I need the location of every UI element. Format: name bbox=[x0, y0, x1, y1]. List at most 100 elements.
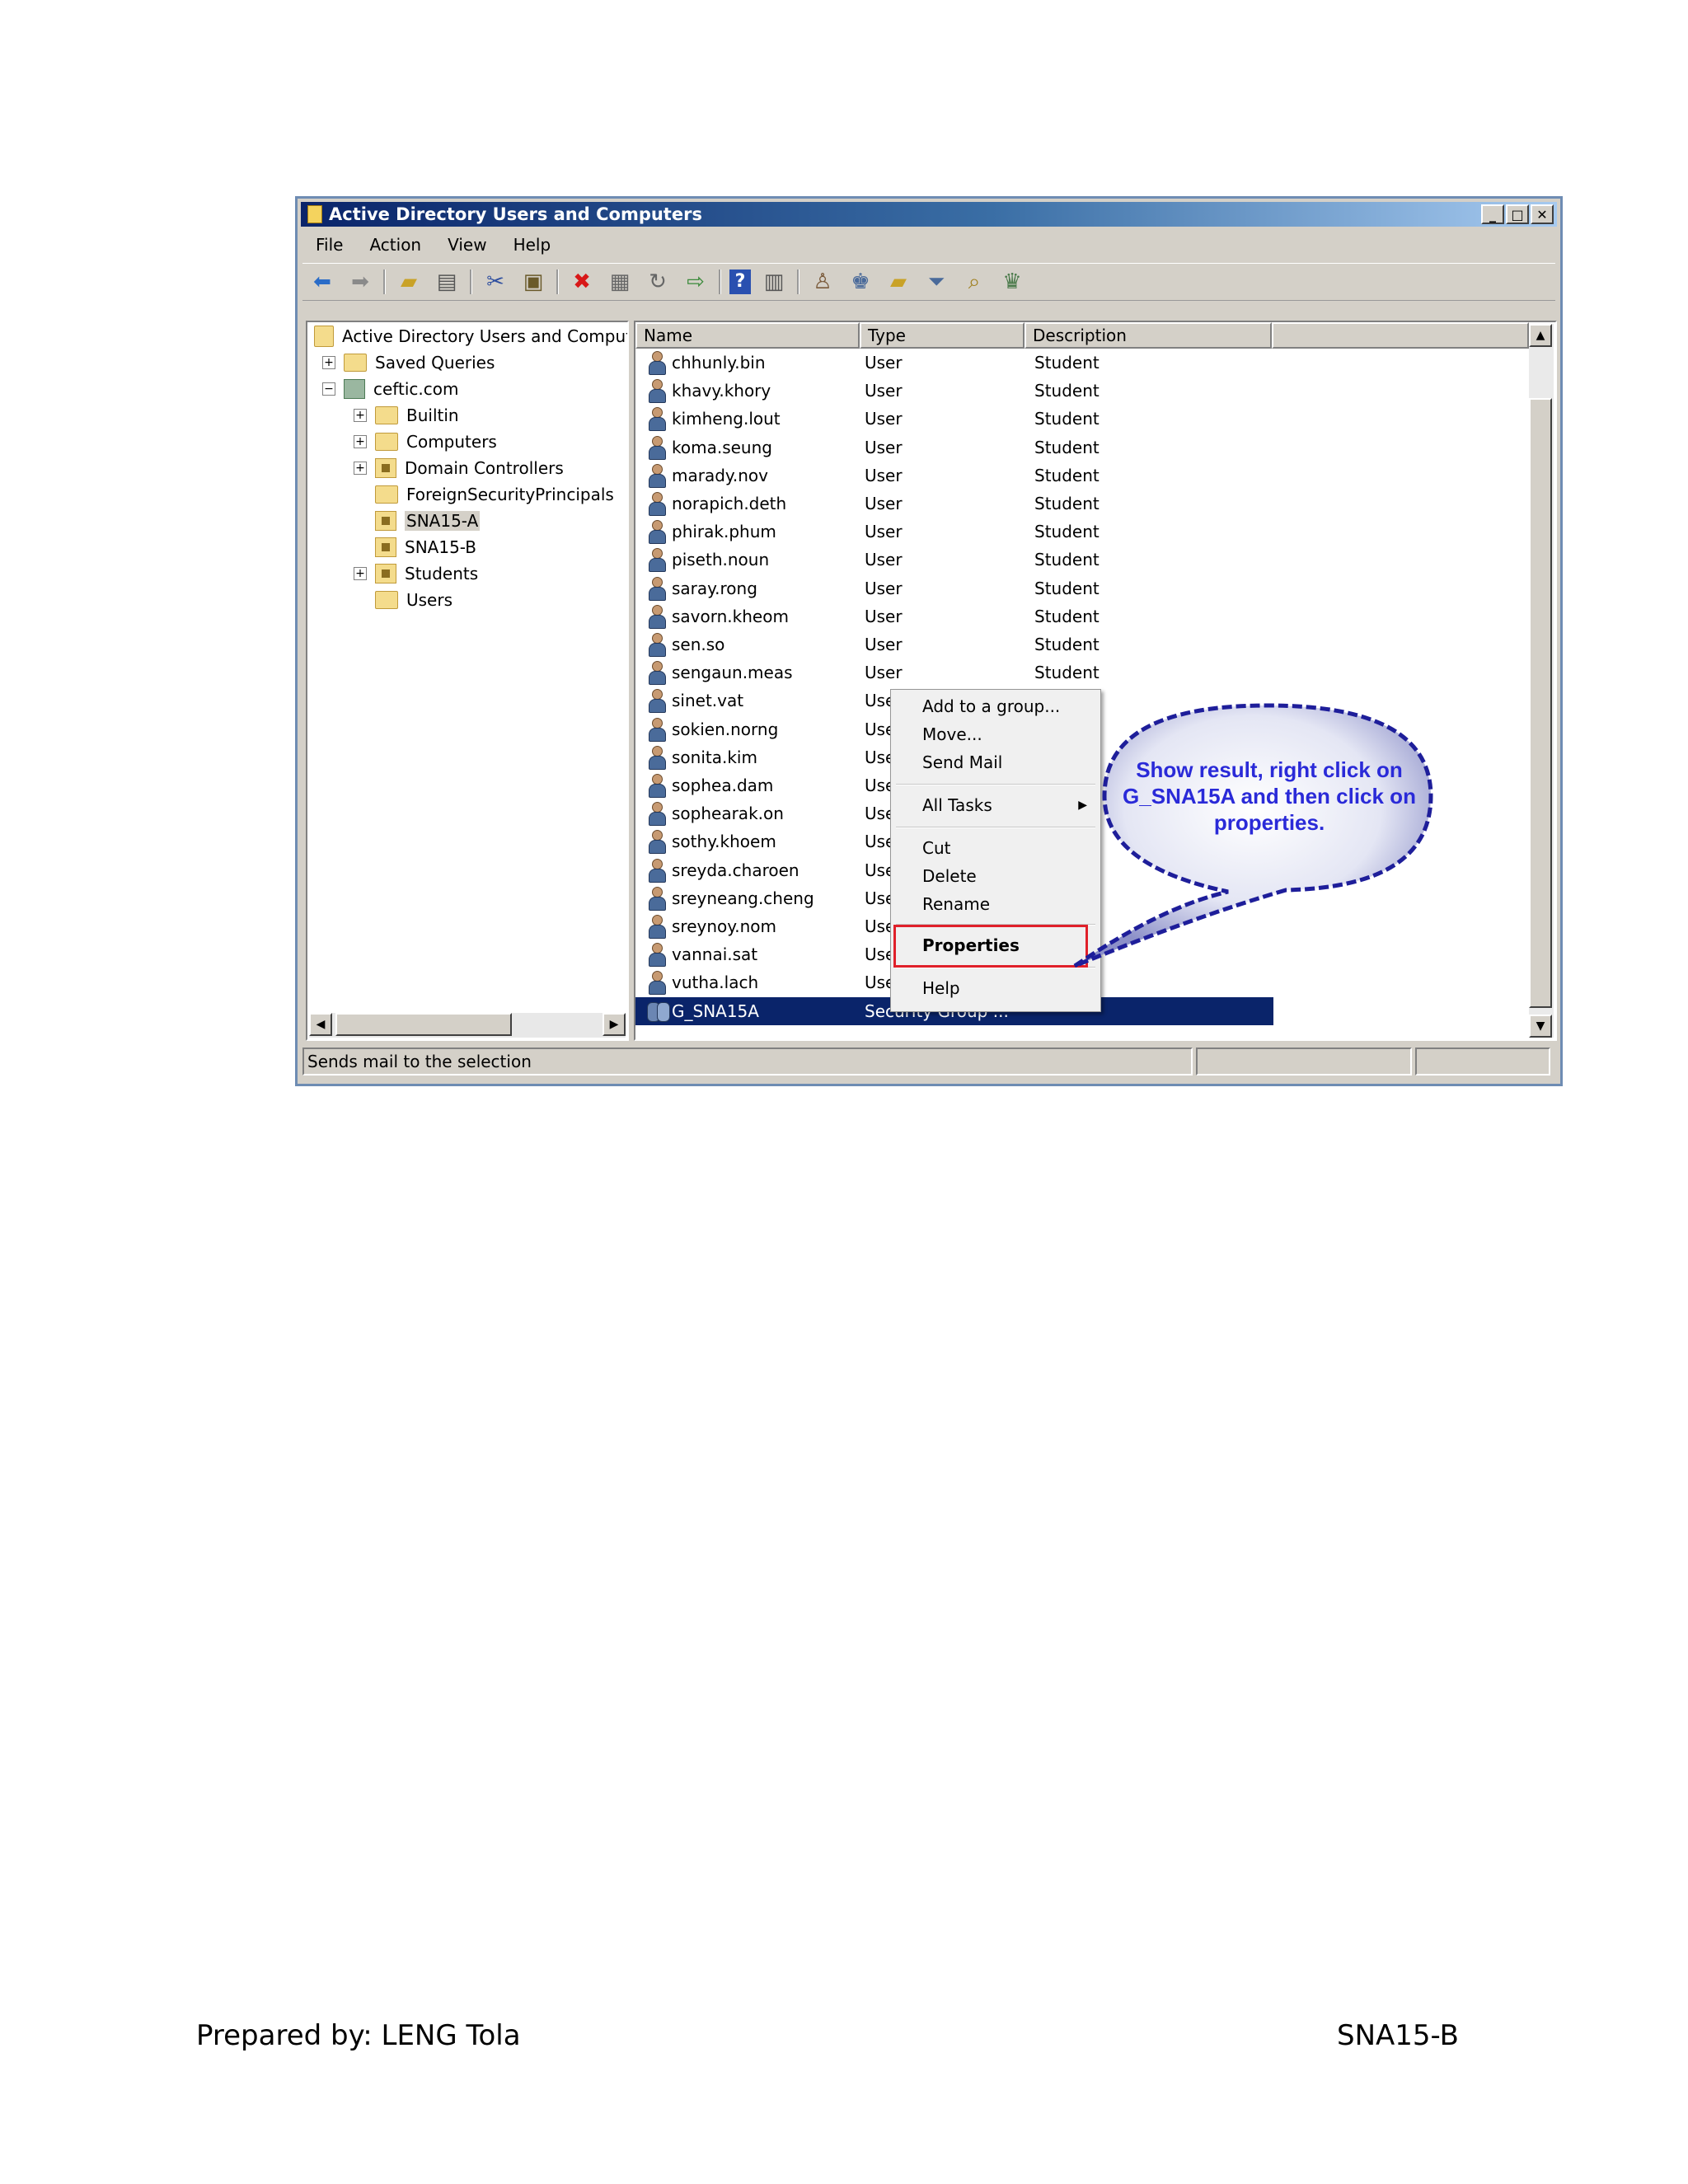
refresh-icon[interactable]: ↻ bbox=[643, 267, 673, 297]
list-row[interactable]: sengaun.meas User Student bbox=[635, 658, 1278, 687]
menu-delete[interactable]: Delete bbox=[922, 863, 1092, 889]
menu-help[interactable]: Help bbox=[922, 975, 1092, 1001]
scroll-down-button[interactable]: ▼ bbox=[1529, 1015, 1552, 1038]
find-icon[interactable]: ⌕ bbox=[959, 267, 989, 297]
menu-cut[interactable]: Cut bbox=[922, 835, 1092, 861]
paste-icon[interactable]: ▣ bbox=[518, 267, 548, 297]
maximize-button[interactable]: □ bbox=[1506, 204, 1529, 224]
user-icon bbox=[645, 350, 667, 375]
minimize-button[interactable]: _ bbox=[1481, 204, 1504, 224]
cell-name: kimheng.lout bbox=[635, 406, 860, 432]
user-icon bbox=[645, 942, 667, 968]
cell-type: User bbox=[865, 465, 903, 485]
toolbar-separator bbox=[556, 269, 559, 294]
tree-item-sna15-a[interactable]: SNA15-A bbox=[354, 509, 481, 533]
scroll-thumb[interactable] bbox=[1529, 398, 1552, 1008]
close-button[interactable]: ✕ bbox=[1531, 204, 1554, 224]
organizational-unit-icon bbox=[375, 458, 396, 478]
new-user-icon[interactable]: ♙ bbox=[808, 267, 837, 297]
add-to-group-icon[interactable]: ♛ bbox=[997, 267, 1027, 297]
expand-toggle-icon[interactable]: + bbox=[354, 462, 367, 475]
cell-name-text: phirak.phum bbox=[672, 522, 776, 542]
tree-item-foreignsecurityprincipals[interactable]: ForeignSecurityPrincipals bbox=[354, 482, 614, 507]
cell-type: User bbox=[865, 353, 903, 373]
scroll-thumb[interactable] bbox=[335, 1013, 512, 1036]
menu-rename[interactable]: Rename bbox=[922, 891, 1092, 917]
list-vertical-scrollbar[interactable]: ▲ ▼ bbox=[1529, 324, 1554, 1038]
tree-item-ceftic-com[interactable]: − ceftic.com bbox=[322, 377, 458, 401]
menu-move[interactable]: Move... bbox=[922, 721, 1092, 748]
menu-action[interactable]: Action bbox=[356, 235, 434, 255]
tree-pane[interactable]: Active Directory Users and Comput + Saved… bbox=[306, 321, 629, 1041]
expand-toggle-icon[interactable]: + bbox=[354, 435, 367, 448]
list-row[interactable]: kimheng.lout User Student bbox=[635, 405, 1278, 433]
new-group-icon[interactable]: ♚ bbox=[846, 267, 875, 297]
expand-toggle-icon[interactable]: + bbox=[354, 567, 367, 580]
title-bar[interactable]: Active Directory Users and Computers _ □… bbox=[301, 202, 1557, 227]
tree-item-saved-queries[interactable]: + Saved Queries bbox=[322, 350, 495, 375]
tree-item-students[interactable]: + Students bbox=[354, 561, 478, 586]
list-row[interactable]: sen.so User Student bbox=[635, 630, 1278, 658]
delete-icon[interactable]: ✖ bbox=[567, 267, 597, 297]
forward-arrow-icon[interactable]: ➡ bbox=[345, 267, 375, 297]
scroll-up-button[interactable]: ▲ bbox=[1529, 324, 1552, 347]
list-row[interactable]: saray.rong User Student bbox=[635, 574, 1278, 602]
tree-item-computers[interactable]: + Computers bbox=[354, 429, 497, 454]
list-row[interactable]: norapich.deth User Student bbox=[635, 490, 1278, 518]
tree-item-domain-controllers[interactable]: + Domain Controllers bbox=[354, 456, 564, 480]
show-tree-icon[interactable]: ▤ bbox=[432, 267, 462, 297]
menu-view[interactable]: View bbox=[434, 235, 499, 255]
cell-name-text: khavy.khory bbox=[672, 381, 771, 401]
cell-name: sokien.norng bbox=[635, 717, 860, 742]
tree-item-label: Computers bbox=[406, 432, 497, 452]
properties-icon[interactable]: ▦ bbox=[605, 267, 635, 297]
tree-item-users[interactable]: Users bbox=[354, 588, 452, 612]
list-row[interactable]: piseth.noun User Student bbox=[635, 546, 1278, 574]
column-header-type[interactable]: Type bbox=[860, 322, 1025, 349]
list-row[interactable]: phirak.phum User Student bbox=[635, 518, 1278, 546]
user-icon bbox=[645, 801, 667, 827]
menu-separator bbox=[896, 827, 1095, 828]
help-icon[interactable]: ? bbox=[729, 269, 751, 294]
tree-item-label: SNA15-A bbox=[405, 511, 481, 531]
menu-all-tasks-label: All Tasks bbox=[922, 795, 992, 815]
cut-icon[interactable]: ✂ bbox=[481, 267, 510, 297]
list-row[interactable]: khavy.khory User Student bbox=[635, 377, 1278, 405]
export-icon[interactable]: ⇨ bbox=[681, 267, 710, 297]
expand-toggle-icon[interactable]: + bbox=[354, 409, 367, 422]
menu-file[interactable]: File bbox=[302, 235, 356, 255]
column-header-description[interactable]: Description bbox=[1025, 322, 1272, 349]
console-icon[interactable]: ▥ bbox=[759, 267, 789, 297]
tree-item-sna15-b[interactable]: SNA15-B bbox=[354, 535, 476, 560]
column-header-name[interactable]: Name bbox=[635, 322, 860, 349]
cell-type: User bbox=[865, 550, 903, 570]
list-row[interactable]: marady.nov User Student bbox=[635, 462, 1278, 490]
expand-toggle-icon[interactable]: − bbox=[322, 382, 335, 396]
cell-type: User bbox=[865, 635, 903, 654]
tree-root[interactable]: Active Directory Users and Comput bbox=[314, 324, 627, 349]
list-row[interactable]: savorn.kheom User Student bbox=[635, 602, 1278, 630]
column-header-extra[interactable] bbox=[1272, 322, 1529, 349]
list-row[interactable]: chhunly.bin User Student bbox=[635, 349, 1278, 377]
scroll-right-button[interactable]: ▶ bbox=[603, 1013, 626, 1036]
menu-all-tasks[interactable]: All Tasks ▶ bbox=[922, 792, 1092, 818]
cell-name-text: sonita.kim bbox=[672, 747, 757, 767]
scroll-left-button[interactable]: ◀ bbox=[309, 1013, 332, 1036]
folder-icon bbox=[375, 433, 398, 451]
menu-add-to-group[interactable]: Add to a group... bbox=[922, 693, 1092, 719]
toolbar-separator bbox=[719, 269, 721, 294]
back-arrow-icon[interactable]: ⬅ bbox=[307, 267, 337, 297]
menu-help[interactable]: Help bbox=[500, 235, 565, 255]
menu-send-mail[interactable]: Send Mail bbox=[922, 749, 1092, 776]
folder-icon bbox=[344, 354, 367, 372]
tree-item-builtin[interactable]: + Builtin bbox=[354, 403, 459, 428]
filter-icon[interactable]: ⏷ bbox=[921, 267, 951, 297]
up-folder-icon[interactable]: ▰ bbox=[394, 267, 424, 297]
list-header: Name Type Description bbox=[635, 322, 1529, 349]
tree-item-label: ForeignSecurityPrincipals bbox=[406, 485, 614, 504]
expand-toggle-icon[interactable]: + bbox=[322, 356, 335, 369]
user-icon bbox=[645, 745, 667, 770]
list-row[interactable]: koma.seung User Student bbox=[635, 434, 1278, 462]
tree-horizontal-scrollbar[interactable]: ◀ ▶ bbox=[309, 1013, 626, 1038]
new-ou-icon[interactable]: ▰ bbox=[884, 267, 913, 297]
